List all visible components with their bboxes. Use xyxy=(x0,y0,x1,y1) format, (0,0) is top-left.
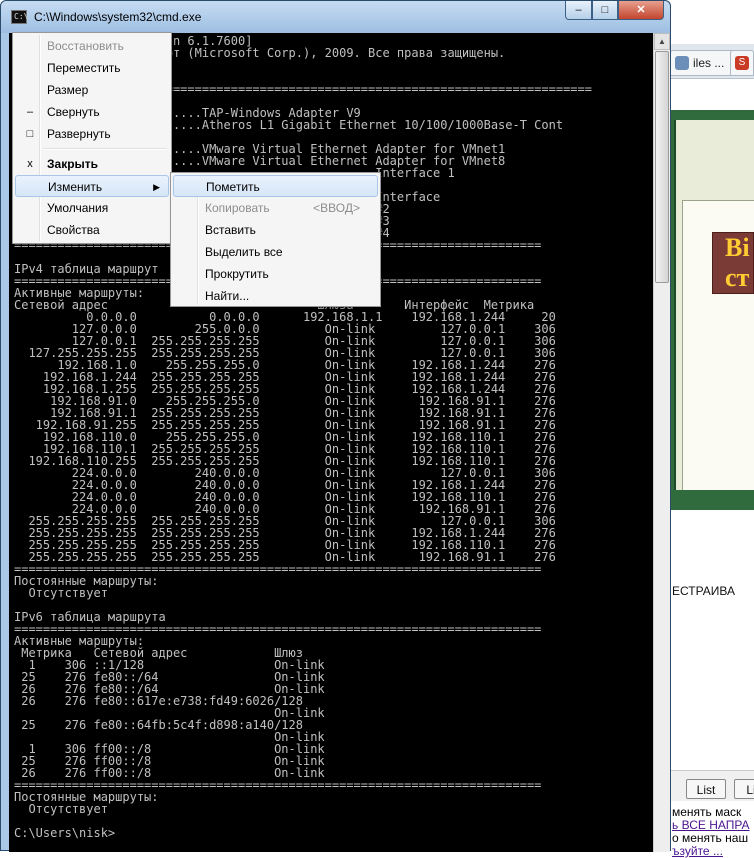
window-controls: – □ ✕ xyxy=(565,1,664,21)
background-banner[interactable]: Ві ст xyxy=(712,232,754,294)
close-button[interactable]: ✕ xyxy=(618,1,664,20)
menu-item-select-all[interactable]: Выделить все xyxy=(173,241,378,263)
menu-item-find[interactable]: Найти... xyxy=(173,285,378,307)
console-line: Отсутствует xyxy=(14,586,108,600)
menu-item-paste[interactable]: Вставить xyxy=(173,219,378,241)
menu-item-copy[interactable]: Копировать <ВВОД> xyxy=(173,197,378,219)
background-tabbar: iles ... S xyxy=(668,44,754,79)
vertical-scrollbar[interactable]: ▲ xyxy=(653,33,670,852)
system-menu: Восстановить Переместить Размер – Сверну… xyxy=(12,32,172,244)
close-icon: x xyxy=(27,158,33,170)
minimize-button[interactable]: – xyxy=(565,1,592,20)
menu-item-defaults[interactable]: Умолчания xyxy=(15,197,169,219)
background-link[interactable]: ъзуйте ... xyxy=(672,845,750,858)
menu-item-restore[interactable]: Восстановить xyxy=(15,35,169,57)
console-app-icon[interactable]: C:\ xyxy=(11,10,28,24)
list-button[interactable]: List xyxy=(686,779,726,799)
background-text: ЕСТРАИВА xyxy=(672,584,736,598)
menu-item-maximize[interactable]: □ Развернуть xyxy=(15,123,169,145)
menu-item-close[interactable]: x Закрыть xyxy=(15,153,169,175)
maximize-icon: □ xyxy=(26,128,34,140)
scroll-up-arrow-icon[interactable]: ▲ xyxy=(654,33,670,50)
menu-item-size[interactable]: Размер xyxy=(15,79,169,101)
menu-item-move[interactable]: Переместить xyxy=(15,57,169,79)
minimize-icon: – xyxy=(26,106,34,118)
menu-item-mark[interactable]: Пометить xyxy=(173,175,378,197)
background-button-panel: List Lis xyxy=(668,770,754,801)
copy-shortcut: <ВВОД> xyxy=(313,201,360,215)
submenu-arrow-icon: ▶ xyxy=(153,182,160,192)
console-line: Отсутствует xyxy=(14,802,108,816)
title-bar[interactable]: C:\ C:\Windows\system32\cmd.exe – □ ✕ xyxy=(1,1,670,33)
menu-separator xyxy=(43,148,167,150)
background-page-footer xyxy=(668,490,754,510)
window-title: C:\Windows\system32\cmd.exe xyxy=(34,10,202,24)
edit-submenu: Пометить Копировать <ВВОД> Вставить Выде… xyxy=(170,172,381,307)
background-link-list: менять маск ь ВСЕ НАПРА о менять наш ъзу… xyxy=(672,806,750,858)
scrollbar-thumb[interactable] xyxy=(655,51,669,283)
menu-item-properties[interactable]: Свойства xyxy=(15,219,169,241)
tab-favicon-icon xyxy=(675,56,689,70)
s-favicon-icon: S xyxy=(735,56,749,70)
console-line: C:\Users\nisk> xyxy=(14,826,116,840)
list-button-2[interactable]: Lis xyxy=(734,779,754,799)
maximize-button[interactable]: □ xyxy=(592,1,618,20)
menu-item-minimize[interactable]: – Свернуть xyxy=(15,101,169,123)
background-tab-2[interactable]: S xyxy=(730,50,754,76)
menu-item-scroll[interactable]: Прокрутить xyxy=(173,263,378,285)
menu-item-edit[interactable]: Изменить ▶ xyxy=(15,175,169,197)
